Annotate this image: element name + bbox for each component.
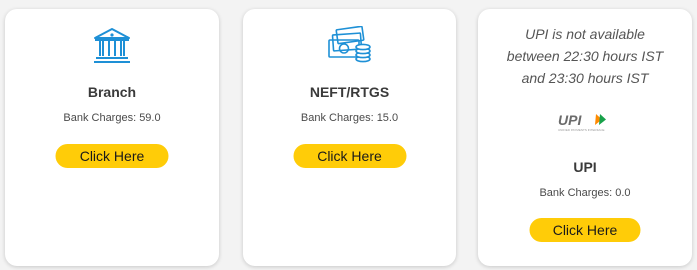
payment-card-branch: Branch Bank Charges: 59.0 Click Here bbox=[5, 9, 219, 266]
card-title: NEFT/RTGS bbox=[309, 84, 390, 100]
payment-card-upi: UPI is not available between 22:30 hours… bbox=[478, 9, 692, 266]
bank-charges: Bank Charges: 15.0 bbox=[300, 112, 399, 124]
notice-line: UPI is not available bbox=[525, 26, 645, 42]
bank-charges: Bank Charges: 0.0 bbox=[539, 187, 631, 199]
notice-line: between 22:30 hours IST bbox=[506, 48, 664, 64]
payment-card-neft-rtgs: NEFT/RTGS Bank Charges: 15.0 Click Here bbox=[243, 9, 456, 266]
cash-coins-icon bbox=[327, 25, 373, 69]
card-title: Branch bbox=[87, 84, 137, 100]
bank-building-icon bbox=[92, 25, 132, 70]
upi-logo-text: UPI bbox=[558, 112, 582, 128]
click-here-button[interactable]: Click Here bbox=[55, 144, 169, 168]
card-title: UPI bbox=[573, 159, 597, 175]
click-here-button[interactable]: Click Here bbox=[529, 218, 641, 242]
click-here-button[interactable]: Click Here bbox=[293, 144, 406, 168]
upi-logo-tagline: UNIFIED PAYMENTS INTERFACE bbox=[558, 128, 605, 132]
notice-line: and 23:30 hours IST bbox=[521, 70, 649, 86]
bank-charges: Bank Charges: 59.0 bbox=[63, 112, 161, 124]
upi-logo: UPI UNIFIED PAYMENTS INTERFACE bbox=[556, 112, 614, 137]
upi-availability-notice: UPI is not available between 22:30 hours… bbox=[486, 23, 684, 89]
